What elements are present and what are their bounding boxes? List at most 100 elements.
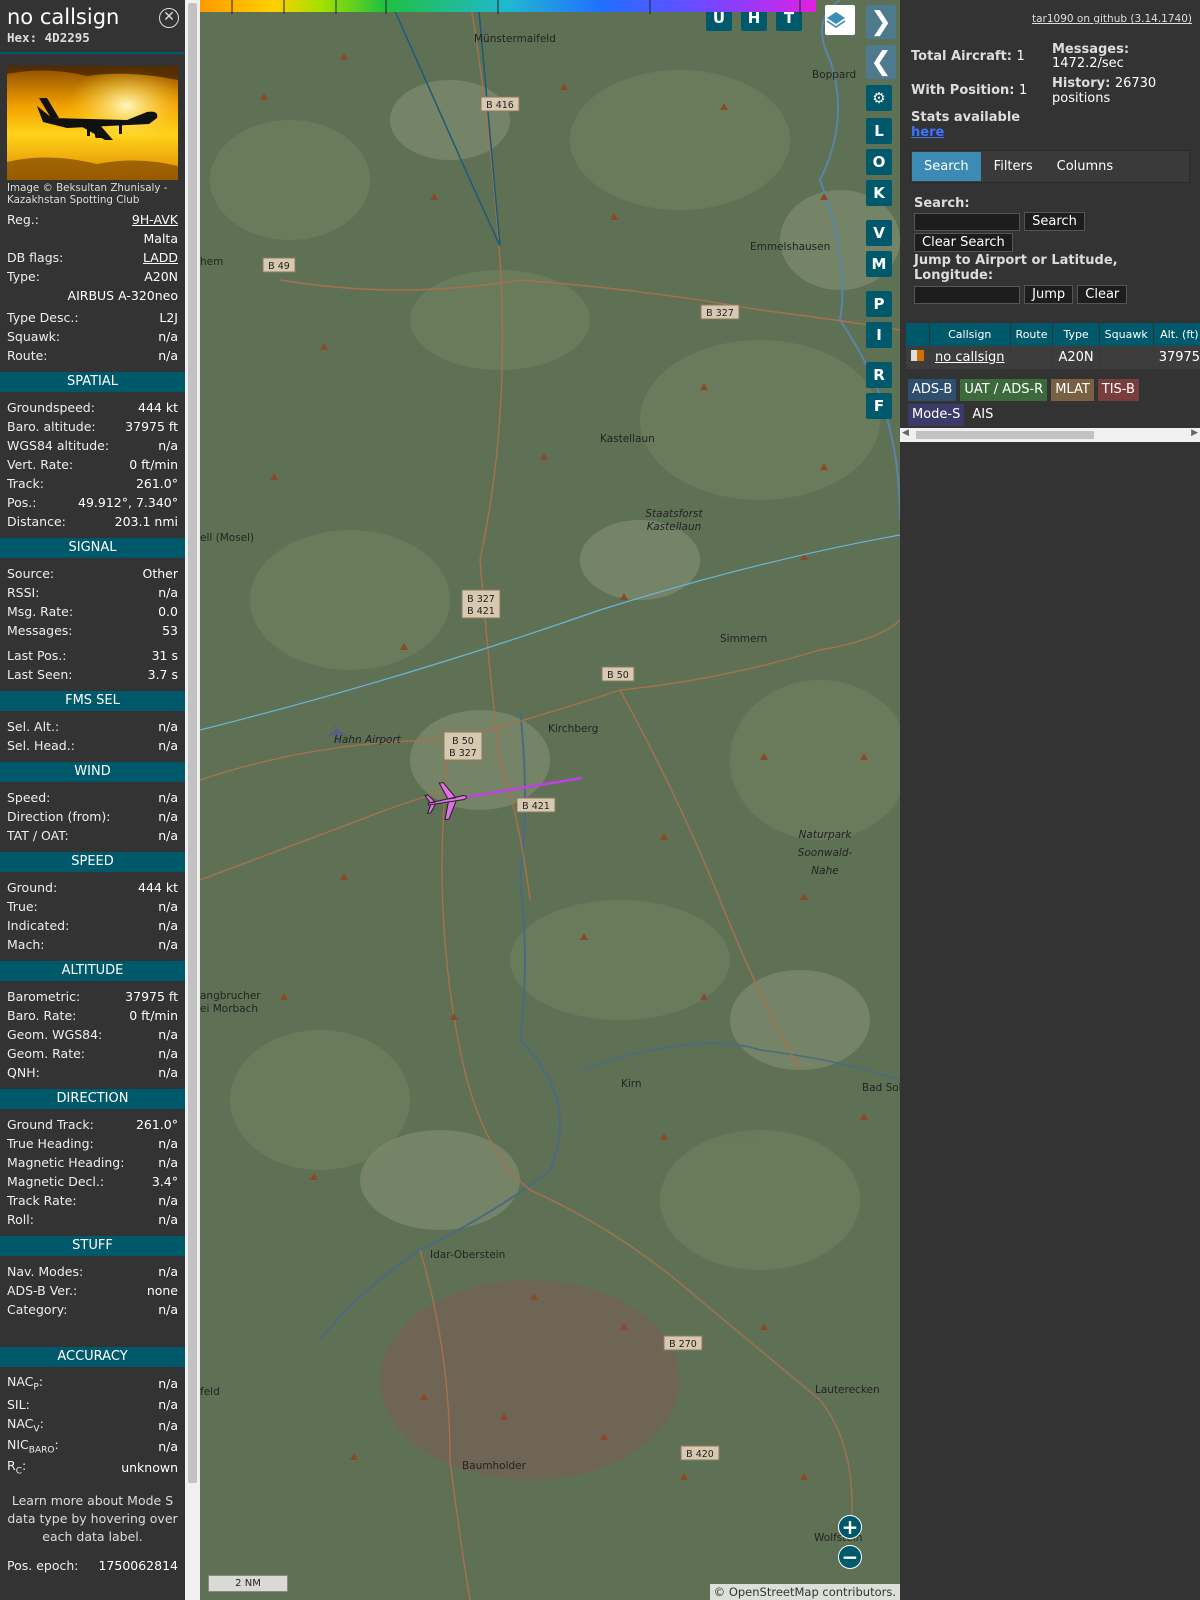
github-link[interactable]: tar1090 on github (3.14.1740): [1032, 13, 1192, 25]
search-button[interactable]: Search: [1024, 212, 1085, 231]
field-label: Type:: [7, 269, 40, 284]
pos-epoch-value: 1750062814: [98, 1558, 178, 1573]
button-l[interactable]: L: [866, 118, 892, 144]
field-label: Last Seen:: [7, 667, 73, 682]
column-route[interactable]: Route: [1010, 323, 1054, 346]
button-o[interactable]: O: [866, 149, 892, 175]
section-header-spatial[interactable]: SPATIAL: [0, 372, 185, 392]
legend-uat-ads-r[interactable]: UAT / ADS-R: [960, 379, 1048, 401]
info-row: Last Pos.: 31 s: [0, 646, 185, 665]
field-value: 3.7 s: [147, 667, 178, 682]
field-label: SIL:: [7, 1397, 30, 1412]
info-scrollbar-thumb[interactable]: [188, 3, 197, 1483]
layers-icon[interactable]: [825, 5, 855, 35]
field-label: Category:: [7, 1302, 68, 1317]
button-f[interactable]: F: [866, 393, 892, 419]
tab-columns[interactable]: Columns: [1045, 151, 1126, 182]
section-header-fms-sel[interactable]: FMS SEL: [0, 691, 185, 711]
info-row: Mach: n/a: [0, 935, 185, 954]
column-type[interactable]: Type: [1052, 323, 1100, 346]
table-horizontal-scrollbar[interactable]: ◀ ▶: [900, 428, 1200, 442]
legend-tis-b[interactable]: TIS-B: [1097, 379, 1139, 401]
field-value: n/a: [158, 329, 178, 344]
info-row: Track Rate: n/a: [0, 1191, 185, 1210]
button-i[interactable]: I: [866, 322, 892, 348]
place-label: Kastellaun: [600, 433, 655, 445]
field-label: QNH:: [7, 1065, 40, 1080]
field-value: n/a: [158, 1212, 178, 1227]
jump-button[interactable]: Jump: [1024, 285, 1074, 304]
button-v[interactable]: V: [866, 220, 892, 246]
aircraft-info-panel: no callsign Hex: 4D2295 ✕ Image © Beksul…: [0, 0, 185, 1600]
scroll-left-icon[interactable]: ◀: [902, 428, 909, 438]
park-label: Soonwald-: [798, 847, 853, 859]
stats-link[interactable]: here: [911, 125, 944, 140]
section-header-stuff[interactable]: STUFF: [0, 1236, 185, 1256]
field-value: n/a: [158, 937, 178, 952]
button-k[interactable]: K: [866, 180, 892, 206]
history: History: 26730 positions: [1052, 76, 1157, 106]
info-row: ADS-B Ver.: none: [0, 1281, 185, 1300]
search-input[interactable]: [914, 212, 1020, 231]
section-header-altitude[interactable]: ALTITUDE: [0, 961, 185, 981]
column-altitude[interactable]: Alt. (ft): [1153, 323, 1200, 346]
button-p[interactable]: P: [866, 291, 892, 317]
field-value: 53: [162, 623, 178, 638]
road-shield: B 416: [480, 96, 520, 112]
clear-search-button[interactable]: Clear Search: [914, 233, 1013, 252]
aircraft-photo[interactable]: [7, 66, 178, 180]
table-row[interactable]: no callsign A20N 37975: [906, 346, 1200, 369]
search-panel: Search: Search Clear Search Jump to Airp…: [914, 196, 1194, 304]
field-label: Sel. Alt.:: [7, 719, 60, 734]
map-canvas[interactable]: Münstermaifeld Boppard Emmelshausen Kastell…: [200, 0, 900, 1600]
field-value[interactable]: 9H-AVK: [132, 212, 178, 227]
column-callsign[interactable]: Callsign: [929, 323, 1011, 346]
close-icon[interactable]: ✕: [159, 8, 179, 28]
row-callsign[interactable]: no callsign: [929, 346, 1011, 369]
tab-filters[interactable]: Filters: [982, 151, 1045, 182]
legend-mode-s[interactable]: Mode-S: [908, 404, 965, 426]
expand-sidebar-icon[interactable]: ❯: [866, 5, 896, 39]
field-label: Baro. altitude:: [7, 419, 96, 434]
field-value: n/a: [158, 1264, 178, 1279]
jump-input[interactable]: [914, 285, 1020, 304]
column-squawk[interactable]: Squawk: [1099, 323, 1154, 346]
scroll-right-icon[interactable]: ▶: [1191, 428, 1198, 438]
field-value[interactable]: LADD: [143, 250, 178, 265]
map[interactable]: Münstermaifeld Boppard Emmelshausen Kastell…: [200, 0, 900, 1600]
section-header-speed[interactable]: SPEED: [0, 852, 185, 872]
column-flag[interactable]: [906, 323, 930, 346]
pos-epoch-label: Pos. epoch:: [7, 1558, 79, 1573]
legend-mlat[interactable]: MLAT: [1051, 379, 1094, 401]
info-scrollbar[interactable]: [185, 0, 200, 1600]
tab-search[interactable]: Search: [912, 152, 981, 181]
zoom-out-button[interactable]: −: [838, 1545, 862, 1569]
field-label: Ground Track:: [7, 1117, 94, 1132]
field-label: Roll:: [7, 1212, 34, 1227]
collapse-sidebar-icon[interactable]: ❮: [866, 45, 896, 79]
legend-ads-b[interactable]: ADS-B: [908, 379, 957, 401]
legend-ais[interactable]: AIS: [968, 404, 998, 426]
section-header-accuracy[interactable]: ACCURACY: [0, 1347, 185, 1367]
field-value: 31 s: [151, 648, 178, 663]
button-r[interactable]: R: [866, 362, 892, 388]
field-label: Direction (from):: [7, 809, 111, 824]
map-attribution[interactable]: © OpenStreetMap contributors.: [709, 1584, 900, 1600]
section-header-signal[interactable]: SIGNAL: [0, 538, 185, 558]
clear-button[interactable]: Clear: [1077, 285, 1128, 304]
place-label: ei Morbach: [200, 1003, 258, 1015]
table-header: Callsign Route Type Squawk Alt. (ft) S: [906, 323, 1200, 346]
horizontal-scroll-thumb[interactable]: [916, 431, 1094, 439]
info-row: QNH: n/a: [0, 1063, 185, 1082]
section-header-wind[interactable]: WIND: [0, 762, 185, 782]
zoom-in-button[interactable]: +: [838, 1515, 862, 1539]
stats-available: Stats available: [911, 110, 1021, 125]
jump-label: Jump to Airport or Latitude, Longitude:: [914, 253, 1118, 283]
section-header-direction[interactable]: DIRECTION: [0, 1089, 185, 1109]
field-label: Track:: [7, 476, 44, 491]
gear-icon[interactable]: ⚙: [866, 85, 892, 111]
button-m[interactable]: M: [866, 251, 892, 277]
place-label: feld: [200, 1386, 220, 1398]
field-value: n/a: [158, 1065, 178, 1080]
sidebar: tar1090 on github (3.14.1740) Total Airc…: [900, 0, 1200, 1600]
